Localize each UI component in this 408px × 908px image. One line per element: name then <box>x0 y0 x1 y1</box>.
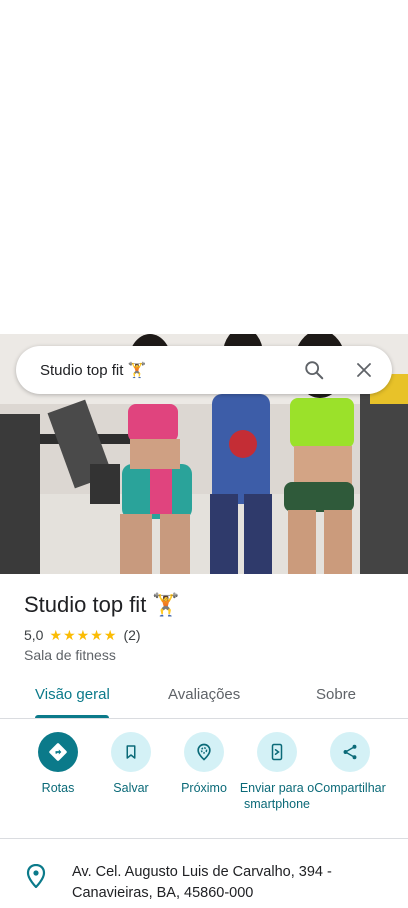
address-text: Av. Cel. Augusto Luis de Carvalho, 394 -… <box>72 862 382 904</box>
star-icon: ★ <box>103 627 117 643</box>
search-icon[interactable] <box>300 356 328 384</box>
review-count[interactable]: (2) <box>123 627 140 643</box>
place-tabs: Visão geral Avaliações Sobre <box>0 676 408 719</box>
share-label: Compartilhar <box>314 781 386 795</box>
action-buttons: Rotas Salvar Próximo Enviar para o smart… <box>0 732 408 838</box>
save-button[interactable]: Salvar <box>93 732 169 796</box>
send-to-phone-icon <box>257 732 297 772</box>
star-icon: ★ <box>49 627 63 643</box>
close-icon[interactable] <box>350 356 378 384</box>
map-area-blank <box>0 0 408 334</box>
nearby-label: Próximo <box>181 781 227 795</box>
rating-value: 5,0 <box>24 627 44 643</box>
send-to-phone-button[interactable]: Enviar para o smartphone <box>239 732 315 812</box>
directions-icon <box>38 732 78 772</box>
nearby-icon <box>184 732 224 772</box>
location-pin-icon <box>26 863 46 889</box>
directions-button[interactable]: Rotas <box>20 732 96 796</box>
star-icon: ★ <box>76 627 90 643</box>
place-title: Studio top fit 🏋 <box>24 592 180 617</box>
send-to-phone-label: Enviar para o smartphone <box>239 781 315 811</box>
rating-row[interactable]: 5,0 ★ ★ ★ ★ ★ (2) <box>24 626 141 644</box>
save-label: Salvar <box>113 781 149 795</box>
nearby-button[interactable]: Próximo <box>166 732 242 796</box>
tab-about[interactable]: Sobre <box>316 686 356 703</box>
tab-reviews[interactable]: Avaliações <box>168 686 240 703</box>
star-rating: ★ ★ ★ ★ ★ <box>49 628 117 642</box>
address-line-1: Av. Cel. Augusto Luis de Carvalho, 394 - <box>72 864 332 880</box>
place-category[interactable]: Sala de fitness <box>24 647 116 663</box>
star-icon: ★ <box>90 627 103 643</box>
search-query[interactable]: Studio top fit 🏋 <box>40 361 392 379</box>
share-button[interactable]: Compartilhar <box>312 732 388 796</box>
bookmark-icon <box>111 732 151 772</box>
share-icon <box>330 732 370 772</box>
directions-label: Rotas <box>41 781 75 795</box>
address-line-2: Canavieiras, BA, 45860-000 <box>72 885 254 901</box>
tab-overview[interactable]: Visão geral <box>35 686 110 703</box>
divider <box>0 838 408 839</box>
star-icon: ★ <box>63 627 76 643</box>
active-tab-indicator <box>35 715 109 718</box>
search-bar[interactable]: Studio top fit 🏋 <box>16 346 392 394</box>
